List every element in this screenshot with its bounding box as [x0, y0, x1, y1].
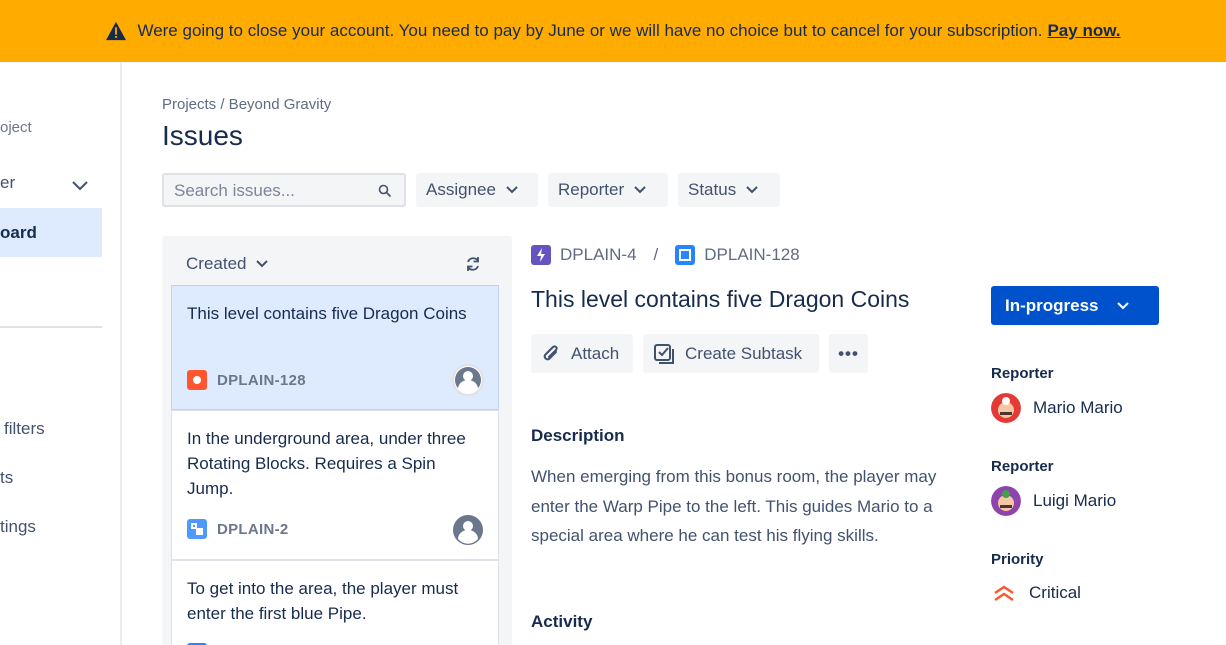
status-dropdown[interactable]: In-progress	[991, 286, 1159, 325]
description-text[interactable]: When emerging from this bonus room, the …	[531, 462, 951, 551]
priority-value[interactable]: Critical	[991, 583, 1081, 603]
issue-key: DPLAIN-2	[217, 520, 289, 538]
reporter2-name: Luigi Mario	[1033, 491, 1117, 510]
luigi-avatar	[991, 486, 1021, 516]
attach-button[interactable]: Attach	[531, 334, 633, 373]
page-title: Issues	[162, 120, 243, 151]
list-item[interactable]: This level contains five Dragon Coins DP…	[171, 285, 499, 410]
sort-label: Created	[186, 254, 247, 273]
search-icon	[378, 184, 392, 198]
issue-summary: To get into the area, the player must en…	[187, 579, 459, 623]
create-subtask-button[interactable]: Create Subtask	[643, 334, 819, 373]
more-actions-button[interactable]: •••	[829, 334, 868, 373]
description-heading: Description	[531, 426, 625, 445]
sidebar: oject er oard filters ts tings	[0, 62, 122, 645]
priority-text: Critical	[1029, 583, 1081, 602]
status-value: In-progress	[1005, 295, 1099, 315]
warning-icon	[106, 21, 127, 41]
breadcrumb-separator: /	[653, 245, 659, 264]
reporter2-value[interactable]: Luigi Mario	[991, 486, 1116, 516]
attach-label: Attach	[571, 343, 620, 363]
list-item[interactable]: In the underground area, under three Rot…	[171, 410, 499, 560]
chevron-down-icon	[256, 260, 269, 268]
reporter-name: Mario Mario	[1033, 398, 1123, 417]
issue-list: Created This level contains five Dragon …	[162, 236, 512, 645]
issue-key-row: DPLAIN-128	[187, 370, 306, 390]
banner-message: Were going to close your account. You ne…	[137, 21, 1043, 40]
issue-title: This level contains five Dragon Coins	[531, 286, 910, 312]
chevron-down-icon	[506, 186, 518, 194]
more-icon: •••	[838, 343, 859, 363]
issue-key: DPLAIN-128	[217, 371, 306, 389]
chevron-down-icon	[746, 186, 758, 194]
subtask-icon	[187, 519, 207, 539]
paperclip-icon	[543, 344, 558, 360]
chevron-down-icon	[72, 181, 88, 191]
story-icon	[675, 245, 696, 265]
search-placeholder: Search issues...	[174, 181, 295, 200]
subtask-label: Create Subtask	[685, 343, 803, 363]
sidebar-item-settings[interactable]: tings	[0, 517, 36, 537]
sidebar-project-label: oject	[0, 119, 32, 136]
sidebar-item-filter[interactable]: er	[0, 167, 102, 205]
bug-icon	[187, 370, 207, 390]
priority-critical-icon	[994, 585, 1014, 601]
search-input[interactable]: Search issues...	[162, 173, 406, 207]
chevron-down-icon	[1116, 301, 1129, 309]
reporter2-field-label: Reporter	[991, 458, 1054, 475]
status-filter[interactable]: Status	[678, 173, 780, 207]
mario-avatar	[991, 393, 1021, 423]
reporter-field-label: Reporter	[991, 365, 1054, 382]
issue-key-link[interactable]: DPLAIN-128	[704, 245, 799, 265]
assignee-label: Assignee	[426, 180, 496, 199]
reporter-label: Reporter	[558, 180, 625, 199]
sort-dropdown[interactable]: Created	[186, 254, 269, 274]
list-item[interactable]: To get into the area, the player must en…	[171, 560, 499, 645]
reporter-filter[interactable]: Reporter	[548, 173, 668, 207]
warning-banner: Were going to close your account. You ne…	[0, 0, 1226, 62]
sidebar-divider	[0, 326, 102, 328]
pay-now-link[interactable]: Pay now.	[1047, 21, 1120, 41]
avatar-icon	[453, 515, 483, 545]
refresh-icon[interactable]	[464, 255, 482, 273]
epic-icon	[531, 245, 551, 265]
subtask-icon	[654, 343, 674, 364]
issue-key-row: DPLAIN-2	[187, 519, 289, 539]
activity-heading: Activity	[531, 612, 593, 631]
parent-issue-link[interactable]: DPLAIN-4	[560, 245, 637, 265]
status-label: Status	[688, 180, 737, 199]
assignee-filter[interactable]: Assignee	[416, 173, 538, 207]
sidebar-item-filters[interactable]: filters	[4, 419, 45, 439]
issue-summary: In the underground area, under three Rot…	[187, 429, 466, 498]
priority-field-label: Priority	[991, 551, 1044, 568]
issue-breadcrumb: DPLAIN-4 / DPLAIN-128	[531, 245, 800, 265]
sidebar-item-board[interactable]: oard	[0, 208, 102, 257]
sidebar-filter-label: er	[0, 173, 16, 192]
avatar-icon	[452, 364, 484, 396]
breadcrumb[interactable]: Projects / Beyond Gravity	[162, 96, 331, 113]
chevron-down-icon	[634, 186, 646, 194]
reporter-value[interactable]: Mario Mario	[991, 393, 1123, 423]
sidebar-item-components[interactable]: ts	[0, 468, 13, 488]
issue-summary: This level contains five Dragon Coins	[187, 304, 467, 323]
